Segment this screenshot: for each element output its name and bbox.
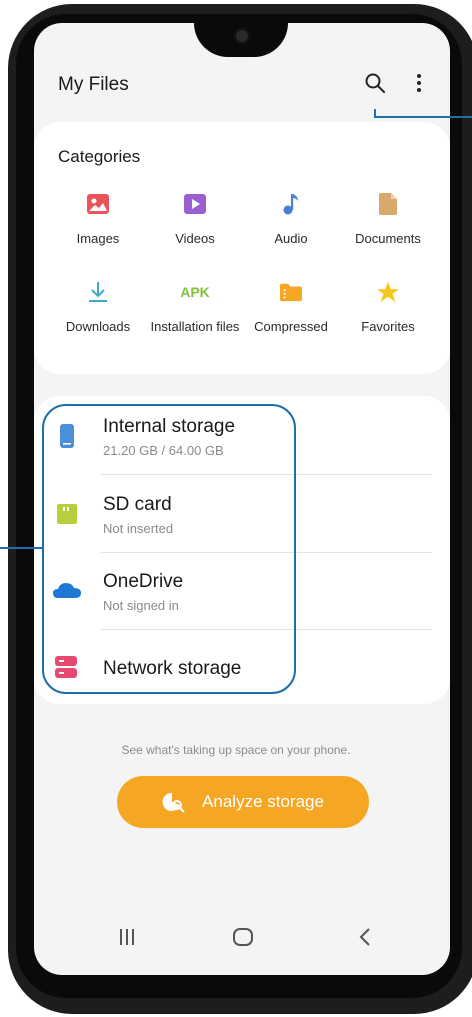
category-favorites[interactable]: Favorites <box>338 281 438 335</box>
compressed-icon <box>280 281 302 303</box>
callout-line-storage <box>0 547 43 549</box>
callout-line-search-h <box>374 116 472 118</box>
analyze-label: Analyze storage <box>202 792 324 811</box>
front-camera <box>236 30 248 42</box>
category-label: Documents <box>355 231 421 246</box>
category-installation-files[interactable]: APK Installation files <box>145 281 245 335</box>
category-label: Downloads <box>65 319 131 334</box>
category-label: Compressed <box>254 319 328 334</box>
category-documents[interactable]: Documents <box>338 193 438 247</box>
audio-icon <box>280 193 302 215</box>
category-label: Favorites <box>361 319 415 334</box>
home-icon[interactable] <box>228 925 258 949</box>
apk-badge: APK <box>180 284 210 300</box>
category-downloads[interactable]: Downloads <box>48 281 148 335</box>
apk-icon: APK <box>180 281 210 303</box>
category-audio[interactable]: Audio <box>241 193 341 247</box>
category-label: Audio <box>274 231 308 246</box>
recent-apps-icon[interactable] <box>112 925 142 949</box>
search-icon[interactable] <box>360 68 390 98</box>
analyze-icon <box>162 791 186 813</box>
category-compressed[interactable]: Compressed <box>241 281 341 335</box>
storage-highlight-box <box>42 404 296 694</box>
page-title: My Files <box>58 74 129 95</box>
images-icon <box>87 193 109 215</box>
category-label: Images <box>76 231 120 246</box>
category-label: Installation files <box>150 319 240 334</box>
more-vertical-icon[interactable] <box>404 68 434 98</box>
back-icon[interactable] <box>350 925 380 949</box>
analyze-storage-button[interactable]: Analyze storage <box>117 776 369 828</box>
categories-title: Categories <box>58 147 141 166</box>
favorites-icon <box>377 281 399 303</box>
category-label: Videos <box>175 231 215 246</box>
analyze-hint: See what's taking up space on your phone… <box>121 743 351 757</box>
category-images[interactable]: Images <box>48 193 148 247</box>
category-videos[interactable]: Videos <box>145 193 245 247</box>
documents-icon <box>377 193 399 215</box>
downloads-icon <box>87 281 109 303</box>
videos-icon <box>184 193 206 215</box>
